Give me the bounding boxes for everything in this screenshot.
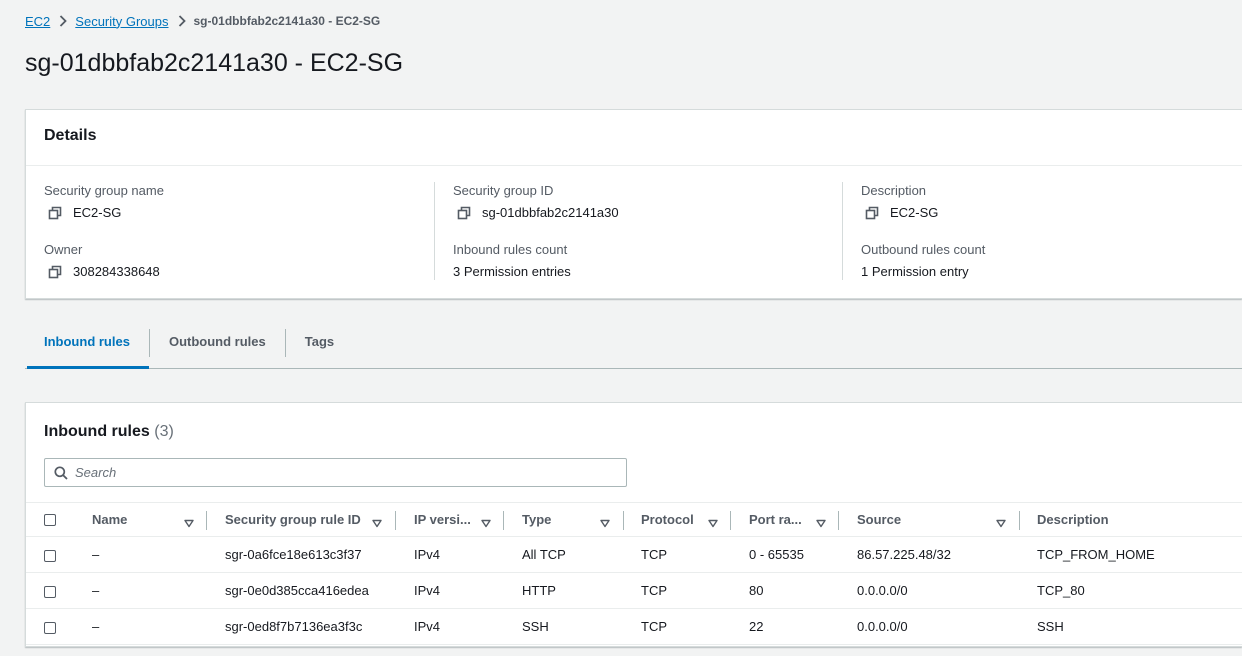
page-title: sg-01dbbfab2c2141a30 - EC2-SG xyxy=(25,49,404,77)
sort-caret-icon[interactable] xyxy=(816,515,826,528)
sort-caret-icon[interactable] xyxy=(996,515,1006,528)
copy-icon[interactable] xyxy=(457,206,471,220)
details-column-2: Security group ID sg-01dbbfab2c2141a30 I… xyxy=(453,182,843,281)
tab-outbound-rules[interactable]: Outbound rules xyxy=(150,322,285,368)
details-panel: Details Security group name EC2-SG Owner… xyxy=(25,109,1242,299)
cell-rule-id: sgr-0e0d385cca416edea xyxy=(225,583,369,598)
search-icon xyxy=(54,465,68,480)
sort-caret-icon[interactable] xyxy=(184,515,194,528)
cell-description: TCP_80 xyxy=(1037,583,1085,598)
column-divider[interactable] xyxy=(1019,511,1020,530)
inbound-rules-count-value: 3 Permission entries xyxy=(453,264,571,279)
cell-source: 0.0.0.0/0 xyxy=(857,583,908,598)
details-column-1: Security group name EC2-SG Owner 3082843… xyxy=(44,182,434,281)
column-header-name[interactable]: Name xyxy=(92,503,127,536)
copy-icon[interactable] xyxy=(865,206,879,220)
column-header-description[interactable]: Description xyxy=(1037,503,1109,536)
cell-port-range: 22 xyxy=(749,619,764,634)
cell-port-range: 80 xyxy=(749,583,764,598)
column-divider[interactable] xyxy=(623,511,624,530)
column-divider[interactable] xyxy=(503,511,504,530)
cell-rule-id: sgr-0a6fce18e613c3f37 xyxy=(225,547,362,562)
tab-tags[interactable]: Tags xyxy=(286,322,353,368)
table-header: Name Security group rule ID IP versi... … xyxy=(26,502,1242,537)
cell-protocol: TCP xyxy=(641,583,667,598)
cell-rule-id: sgr-0ed8f7b7136ea3f3c xyxy=(225,619,363,634)
cell-source: 86.57.225.48/32 xyxy=(857,547,951,562)
search-box xyxy=(44,458,627,487)
cell-source: 0.0.0.0/0 xyxy=(857,619,908,634)
tab-inbound-rules[interactable]: Inbound rules xyxy=(25,322,149,369)
breadcrumb: EC2 Security Groups sg-01dbbfab2c2141a30… xyxy=(25,12,380,30)
cell-ip-version: IPv4 xyxy=(414,619,441,634)
breadcrumb-link-ec2[interactable]: EC2 xyxy=(25,14,50,29)
cell-name: – xyxy=(92,619,100,634)
security-group-id-row: sg-01dbbfab2c2141a30 xyxy=(453,204,843,222)
cell-ip-version: IPv4 xyxy=(414,547,441,562)
security-group-name-label: Security group name xyxy=(44,183,164,198)
row-checkbox[interactable] xyxy=(44,550,56,562)
copy-icon[interactable] xyxy=(48,206,62,220)
column-header-protocol[interactable]: Protocol xyxy=(641,503,694,536)
sort-caret-icon[interactable] xyxy=(708,515,718,528)
outbound-rules-count-value: 1 Permission entry xyxy=(861,264,969,279)
column-divider[interactable] xyxy=(206,511,207,530)
cell-ip-version: IPv4 xyxy=(414,583,441,598)
column-header-type[interactable]: Type xyxy=(522,503,551,536)
breadcrumb-link-security-groups[interactable]: Security Groups xyxy=(75,14,168,29)
security-group-id-label: Security group ID xyxy=(453,183,554,198)
cell-type: SSH xyxy=(522,619,549,634)
inbound-rules-title: Inbound rules xyxy=(44,423,150,440)
column-header-source[interactable]: Source xyxy=(857,503,901,536)
security-group-name-value: EC2-SG xyxy=(73,205,122,220)
description-label: Description xyxy=(861,183,927,198)
owner-row: 308284338648 xyxy=(44,263,434,281)
column-divider[interactable] xyxy=(395,511,396,530)
details-heading: Details xyxy=(26,110,1242,166)
inbound-rules-count-label: Inbound rules count xyxy=(453,242,568,257)
cell-port-range: 0 - 65535 xyxy=(749,547,804,562)
inbound-rules-count: (3) xyxy=(154,423,174,440)
row-checkbox[interactable] xyxy=(44,622,56,634)
cell-description: SSH xyxy=(1037,619,1064,634)
column-divider[interactable] xyxy=(730,511,731,530)
column-divider xyxy=(434,182,435,280)
description-value: EC2-SG xyxy=(890,205,939,220)
select-all-checkbox[interactable] xyxy=(44,514,56,526)
security-group-id-value: sg-01dbbfab2c2141a30 xyxy=(482,205,619,220)
cell-protocol: TCP xyxy=(641,619,667,634)
cell-type: All TCP xyxy=(522,547,566,562)
chevron-right-icon xyxy=(59,15,68,27)
outbound-rules-count-label: Outbound rules count xyxy=(861,242,986,257)
description-row: EC2-SG xyxy=(861,204,1242,222)
table-row[interactable]: – sgr-0e0d385cca416edea IPv4 HTTP TCP 80… xyxy=(26,573,1242,609)
sort-caret-icon[interactable] xyxy=(372,515,382,528)
cell-name: – xyxy=(92,547,100,562)
cell-protocol: TCP xyxy=(641,547,667,562)
sort-caret-icon[interactable] xyxy=(481,515,491,528)
details-column-3: Description EC2-SG Outbound rules count … xyxy=(861,182,1242,281)
search-input[interactable] xyxy=(75,465,595,480)
security-group-name-row: EC2-SG xyxy=(44,204,434,222)
column-header-port-range[interactable]: Port ra... xyxy=(749,503,802,536)
tab-bar: Inbound rules Outbound rules Tags xyxy=(25,322,1242,369)
cell-type: HTTP xyxy=(522,583,556,598)
table-row[interactable]: – sgr-0ed8f7b7136ea3f3c IPv4 SSH TCP 22 … xyxy=(26,609,1242,645)
owner-label: Owner xyxy=(44,242,83,257)
breadcrumb-current: sg-01dbbfab2c2141a30 - EC2-SG xyxy=(193,14,381,28)
column-divider xyxy=(842,182,843,280)
chevron-right-icon xyxy=(178,15,186,27)
column-header-rule-id[interactable]: Security group rule ID xyxy=(225,503,361,536)
copy-icon[interactable] xyxy=(48,265,62,279)
row-checkbox[interactable] xyxy=(44,586,56,598)
inbound-rules-panel: Inbound rules (3) Name Security group ru… xyxy=(25,402,1242,647)
owner-value: 308284338648 xyxy=(73,264,160,279)
table-row[interactable]: – sgr-0a6fce18e613c3f37 IPv4 All TCP TCP… xyxy=(26,537,1242,573)
column-header-ip-version[interactable]: IP versi... xyxy=(414,503,471,536)
cell-description: TCP_FROM_HOME xyxy=(1037,547,1155,562)
column-divider[interactable] xyxy=(838,511,839,530)
cell-name: – xyxy=(92,583,100,598)
sort-caret-icon[interactable] xyxy=(600,515,610,528)
inbound-rules-heading: Inbound rules (3) xyxy=(44,423,174,441)
